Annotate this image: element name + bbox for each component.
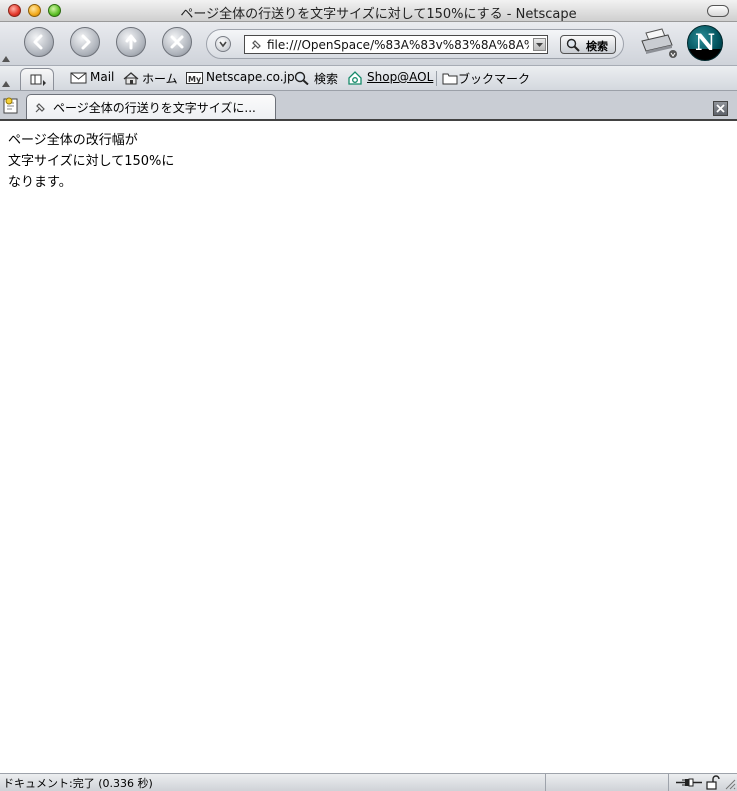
location-bar: file:///OpenSpace/%83A%83v%83%8A%8A%D6 検…: [206, 29, 624, 59]
toolbar-collapse-grip[interactable]: [2, 81, 10, 87]
personal-toolbar: Mail ホーム My Netscape.co.jp 検索 Shop@AOL ブ…: [0, 66, 737, 91]
minimize-window-button[interactable]: [28, 4, 41, 17]
my-netscape-icon: My: [186, 72, 203, 84]
page-proxy-icon: [251, 40, 261, 50]
content-line: 文字サイズに対して150%に: [8, 154, 175, 169]
toolbar-separator: [436, 71, 437, 86]
url-text: file:///OpenSpace/%83A%83v%83%8A%8A%D6: [267, 38, 529, 52]
resize-grip-icon[interactable]: [724, 778, 736, 790]
chevron-down-icon: [536, 43, 543, 47]
bookmark-mail[interactable]: Mail: [70, 70, 118, 86]
mail-icon: [70, 72, 87, 84]
bookmark-netscape-co-jp[interactable]: My Netscape.co.jp: [186, 70, 295, 86]
zoom-window-button[interactable]: [48, 4, 61, 17]
status-bar: ドキュメント:完了 (0.336 秒): [0, 773, 737, 791]
history-dropdown-button[interactable]: [215, 36, 231, 52]
magnifier-icon: [566, 38, 580, 52]
status-text: ドキュメント:完了 (0.336 秒): [3, 777, 153, 790]
svg-text:My: My: [188, 75, 202, 84]
new-tab-icon[interactable]: [2, 97, 22, 115]
page-content: ページ全体の改行幅が 文字サイズに対して150%に なります。: [0, 123, 737, 773]
sidebar-icon: [30, 74, 46, 86]
navigation-toolbar: file:///OpenSpace/%83A%83v%83%8A%8A%D6 検…: [0, 22, 737, 66]
sidebar-toggle-tab[interactable]: [20, 68, 54, 90]
content-line: ページ全体の改行幅が: [8, 133, 138, 148]
reload-button[interactable]: [116, 27, 146, 57]
home-icon: [123, 72, 139, 85]
tab-title: ページ全体の行送りを文字サイズに...: [53, 101, 256, 115]
toolbar-collapse-grip[interactable]: [2, 56, 10, 62]
window-titlebar: ページ全体の行送りを文字サイズに対して150%にする - Netscape: [0, 0, 737, 22]
netscape-logo-icon[interactable]: N: [687, 25, 723, 61]
back-button[interactable]: [24, 27, 54, 57]
forward-arrow-icon: [81, 34, 91, 50]
forward-button[interactable]: [70, 27, 100, 57]
reload-icon: [125, 34, 137, 50]
aol-icon: [348, 71, 362, 85]
close-window-button[interactable]: [8, 4, 21, 17]
search-icon: [294, 71, 309, 85]
url-input[interactable]: file:///OpenSpace/%83A%83v%83%8A%8A%D6: [244, 35, 548, 54]
url-dropdown-button[interactable]: [533, 38, 546, 51]
print-icon[interactable]: [638, 27, 680, 61]
bookmark-home[interactable]: ホーム: [122, 70, 180, 86]
toolbar-toggle-button[interactable]: [707, 5, 729, 17]
window-title: ページ全体の行送りを文字サイズに対して150%にする - Netscape: [180, 7, 577, 22]
online-status-icon[interactable]: [675, 776, 703, 789]
search-button-label: 検索: [586, 40, 608, 53]
search-button[interactable]: 検索: [560, 35, 616, 54]
bookmark-shop-aol[interactable]: Shop@AOL: [347, 70, 435, 86]
close-tab-button[interactable]: [713, 101, 728, 116]
content-line: なります。: [8, 175, 72, 190]
status-divider: [545, 774, 546, 791]
back-arrow-icon: [33, 34, 43, 50]
security-lock-icon[interactable]: [705, 775, 721, 790]
content-paragraph: ページ全体の改行幅が 文字サイズに対して150%に なります。: [8, 130, 174, 193]
tab-current-page[interactable]: ページ全体の行送りを文字サイズに...: [26, 94, 276, 119]
status-divider: [668, 774, 669, 791]
page-proxy-icon: [35, 103, 45, 113]
stop-button[interactable]: [162, 27, 192, 57]
chevron-down-icon: [219, 41, 227, 48]
close-icon: [716, 104, 725, 113]
bookmarks-menu[interactable]: ブックマーク: [442, 70, 532, 86]
stop-x-icon: [170, 35, 184, 49]
tab-bar: ページ全体の行送りを文字サイズに...: [0, 91, 737, 121]
bookmark-search[interactable]: 検索: [294, 70, 340, 86]
